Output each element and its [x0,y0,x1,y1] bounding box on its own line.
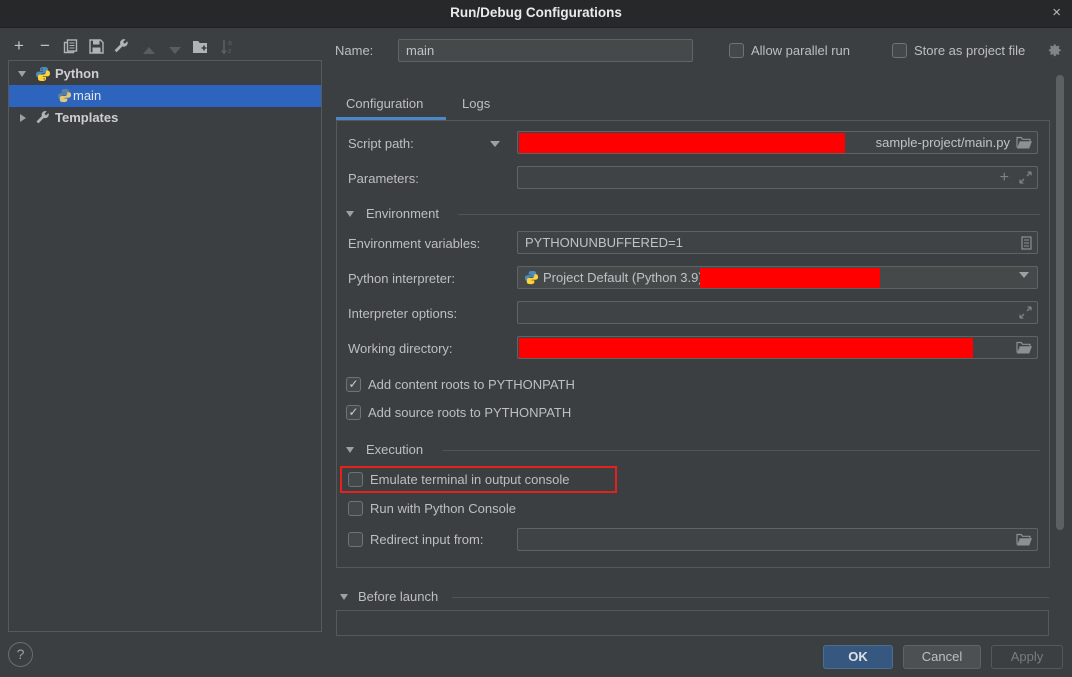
environment-variables-label: Environment variables: [348,236,480,251]
working-directory-label: Working directory: [348,341,453,356]
dropdown-arrow-icon[interactable] [1019,272,1029,278]
interpreter-options-input[interactable] [517,301,1038,324]
remove-configuration-button[interactable]: − [36,38,54,56]
run-with-python-console-checkbox[interactable] [348,501,363,516]
configurations-tree: Python main Templates [8,60,322,632]
section-divider [458,214,1040,215]
environment-section-collapse-icon[interactable] [346,211,354,217]
dialog-title: Run/Debug Configurations [0,5,1072,20]
script-path-label: Script path: [348,136,414,151]
allow-parallel-run-label[interactable]: Allow parallel run [751,43,850,58]
chevron-down-icon[interactable] [18,71,26,77]
edit-templates-icon[interactable] [112,38,130,56]
chevron-right-icon[interactable] [20,114,26,122]
emulate-terminal-label[interactable]: Emulate terminal in output console [370,472,569,487]
redaction-block [519,133,845,153]
tree-item-templates[interactable]: Templates [9,107,321,129]
name-input[interactable]: main [398,39,693,62]
python-interpreter-value: Project Default (Python 3.9) [543,270,703,285]
expand-field-icon[interactable] [1019,306,1032,322]
title-bar: Run/Debug Configurations × [0,0,1072,28]
name-value: main [406,43,434,58]
emulate-terminal-checkbox[interactable] [348,472,363,487]
python-interpreter-label: Python interpreter: [348,271,455,286]
svg-text:z: z [228,48,232,55]
name-label: Name: [335,43,373,58]
ok-button[interactable]: OK [823,645,893,669]
section-divider [443,450,1040,451]
allow-parallel-run-checkbox[interactable] [729,43,744,58]
add-source-roots-checkbox[interactable] [346,405,361,420]
gear-icon[interactable] [1047,43,1062,61]
vertical-scrollbar[interactable] [1056,75,1064,530]
execution-section-label[interactable]: Execution [366,442,423,457]
cancel-button[interactable]: Cancel [903,645,981,669]
browse-folder-icon[interactable] [1016,341,1032,357]
new-folder-icon[interactable] [191,39,209,57]
browse-folder-icon[interactable] [1016,533,1032,549]
redirect-input-checkbox[interactable] [348,532,363,547]
script-path-value: sample-project/main.py [876,135,1010,150]
before-launch-collapse-icon[interactable] [340,594,348,600]
tree-item-label: main [73,88,101,103]
execution-section-collapse-icon[interactable] [346,447,354,453]
parameters-label: Parameters: [348,171,419,186]
insert-macro-icon[interactable]: + [1000,169,1009,187]
move-down-icon[interactable] [166,42,184,60]
before-launch-task-list[interactable] [336,610,1049,636]
python-icon [524,270,539,288]
tab-logs[interactable]: Logs [462,96,490,111]
expand-field-icon[interactable] [1019,171,1032,187]
redirect-input-file-input[interactable] [517,528,1038,551]
store-as-project-file-label[interactable]: Store as project file [914,43,1025,58]
before-launch-section-label[interactable]: Before launch [358,589,438,604]
apply-button[interactable]: Apply [991,645,1063,669]
svg-text:a: a [228,40,232,47]
browse-folder-icon[interactable] [1016,136,1032,152]
script-path-mode-dropdown-icon[interactable] [490,141,500,147]
wrench-icon [35,110,50,128]
run-with-python-console-label[interactable]: Run with Python Console [370,501,516,516]
save-configuration-icon[interactable] [87,39,105,57]
move-up-icon[interactable] [140,42,158,60]
tab-configuration[interactable]: Configuration [346,96,423,111]
add-configuration-button[interactable]: + [10,38,28,56]
environment-variables-value: PYTHONUNBUFFERED=1 [525,235,683,250]
close-icon[interactable]: × [1052,4,1061,21]
help-button[interactable]: ? [8,642,33,667]
add-source-roots-label[interactable]: Add source roots to PYTHONPATH [368,405,571,420]
python-icon [35,66,51,85]
tree-item-main[interactable]: main [9,85,321,107]
add-content-roots-checkbox[interactable] [346,377,361,392]
store-as-project-file-checkbox[interactable] [892,43,907,58]
environment-section-label[interactable]: Environment [366,206,439,221]
sort-alphabetically-icon[interactable]: az [218,39,236,57]
section-divider [452,597,1049,598]
parameters-input[interactable]: + [517,166,1038,189]
copy-configuration-icon[interactable] [61,39,79,57]
tree-item-python[interactable]: Python [9,63,321,85]
environment-variables-input[interactable]: PYTHONUNBUFFERED=1 [517,231,1038,254]
edit-variables-icon[interactable] [1021,236,1032,253]
add-content-roots-label[interactable]: Add content roots to PYTHONPATH [368,377,575,392]
redirect-input-label[interactable]: Redirect input from: [370,532,483,547]
interpreter-options-label: Interpreter options: [348,306,457,321]
python-icon [57,88,72,106]
tree-item-label: Python [55,66,99,81]
run-debug-configurations-dialog: Run/Debug Configurations × + − az Python [0,0,1072,677]
redaction-block [700,268,880,288]
tree-item-label: Templates [55,110,118,125]
redaction-block [519,338,973,358]
